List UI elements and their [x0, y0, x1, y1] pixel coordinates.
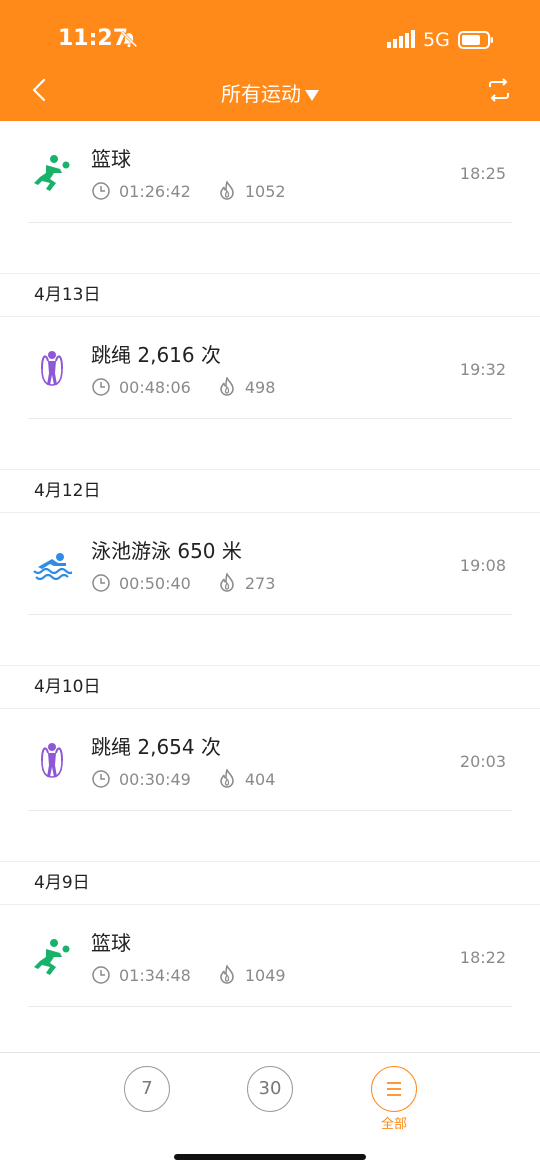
sport-filter-dropdown[interactable]: 所有运动 — [0, 78, 540, 107]
activity-name: 篮球 — [91, 147, 131, 171]
calories: 498 — [244, 377, 276, 397]
bell-muted-icon — [120, 30, 138, 48]
page-title: 所有运动 — [221, 82, 301, 106]
flame-icon — [220, 769, 234, 788]
clock-icon — [92, 182, 110, 200]
activity-row[interactable]: 泳池游泳 650 米 00:50:40 273 19:08 — [0, 513, 540, 615]
clock-icon — [92, 966, 110, 984]
duration: 00:30:49 — [119, 769, 191, 789]
duration: 00:50:40 — [119, 573, 191, 593]
range-all-label: 全部 — [380, 1117, 407, 1132]
flame-icon — [220, 377, 234, 396]
activity-name: 泳池游泳 650 米 — [91, 539, 242, 563]
divider — [28, 1006, 512, 1007]
activity-meta: 01:34:48 1049 — [91, 965, 286, 985]
activity-name: 跳绳 2,616 次 — [91, 343, 221, 367]
activity-meta: 01:26:42 1052 — [91, 181, 286, 201]
activity-row[interactable]: 篮球 01:26:42 1052 18:25 — [0, 121, 540, 223]
activity-time: 19:08 — [459, 556, 506, 575]
status-bar: 11:27 5G — [0, 0, 540, 70]
activity-time: 18:22 — [459, 948, 506, 967]
gap — [0, 811, 540, 861]
activity-meta: 00:30:49 404 — [91, 769, 275, 789]
jump-rope-icon — [41, 351, 63, 386]
duration: 01:26:42 — [119, 181, 191, 201]
date-header: 4月10日 — [0, 665, 540, 709]
date-header: 4月12日 — [0, 469, 540, 513]
gap — [0, 419, 540, 469]
activity-time: 18:25 — [459, 164, 506, 183]
date-header: 4月9日 — [0, 861, 540, 905]
range-all-button[interactable] — [371, 1066, 417, 1112]
activity-name: 篮球 — [91, 931, 131, 955]
activity-meta: 00:48:06 498 — [91, 377, 275, 397]
activity-name: 跳绳 2,654 次 — [91, 735, 221, 759]
calories: 273 — [244, 573, 276, 593]
nav-bar: 所有运动 — [0, 70, 540, 121]
basketball-icon — [34, 155, 70, 191]
divider — [28, 418, 512, 419]
flame-icon — [220, 181, 234, 200]
basketball-icon — [34, 939, 70, 975]
menu-icon — [387, 1082, 401, 1096]
clock-icon — [92, 378, 110, 396]
flame-icon — [220, 573, 234, 592]
gap — [0, 615, 540, 665]
jump-rope-icon — [41, 743, 63, 778]
network-type: 5G — [423, 29, 450, 51]
activity-list: 篮球 01:26:42 1052 18:25 4月13日 跳绳 2,616 次 … — [0, 121, 540, 1007]
calories: 404 — [244, 769, 276, 789]
switch-icon[interactable] — [486, 77, 512, 103]
date-header: 4月13日 — [0, 273, 540, 317]
activity-row[interactable]: 跳绳 2,654 次 00:30:49 404 20:03 — [0, 709, 540, 811]
swim-icon — [33, 553, 72, 581]
activity-row[interactable]: 篮球 01:34:48 1049 18:22 — [0, 905, 540, 1007]
activity-time: 19:32 — [459, 360, 506, 379]
clock-icon — [92, 574, 110, 592]
activity-time: 20:03 — [459, 752, 506, 771]
battery-icon — [458, 31, 493, 49]
caret-down-icon — [305, 90, 319, 101]
calories: 1052 — [244, 181, 286, 201]
home-indicator — [174, 1154, 366, 1160]
signal-icon — [387, 30, 415, 48]
clock-icon — [92, 770, 110, 788]
top-bar: 11:27 5G 所有运动 — [0, 0, 540, 121]
gap — [0, 223, 540, 273]
duration: 01:34:48 — [119, 965, 191, 985]
divider — [28, 810, 512, 811]
divider — [28, 614, 512, 615]
duration: 00:48:06 — [119, 377, 191, 397]
range-7-button[interactable]: 7 — [124, 1066, 170, 1112]
activity-row[interactable]: 跳绳 2,616 次 00:48:06 498 19:32 — [0, 317, 540, 419]
activity-meta: 00:50:40 273 — [91, 573, 275, 593]
flame-icon — [220, 965, 234, 984]
calories: 1049 — [244, 965, 286, 985]
range-30-button[interactable]: 30 — [247, 1066, 293, 1112]
divider — [28, 222, 512, 223]
